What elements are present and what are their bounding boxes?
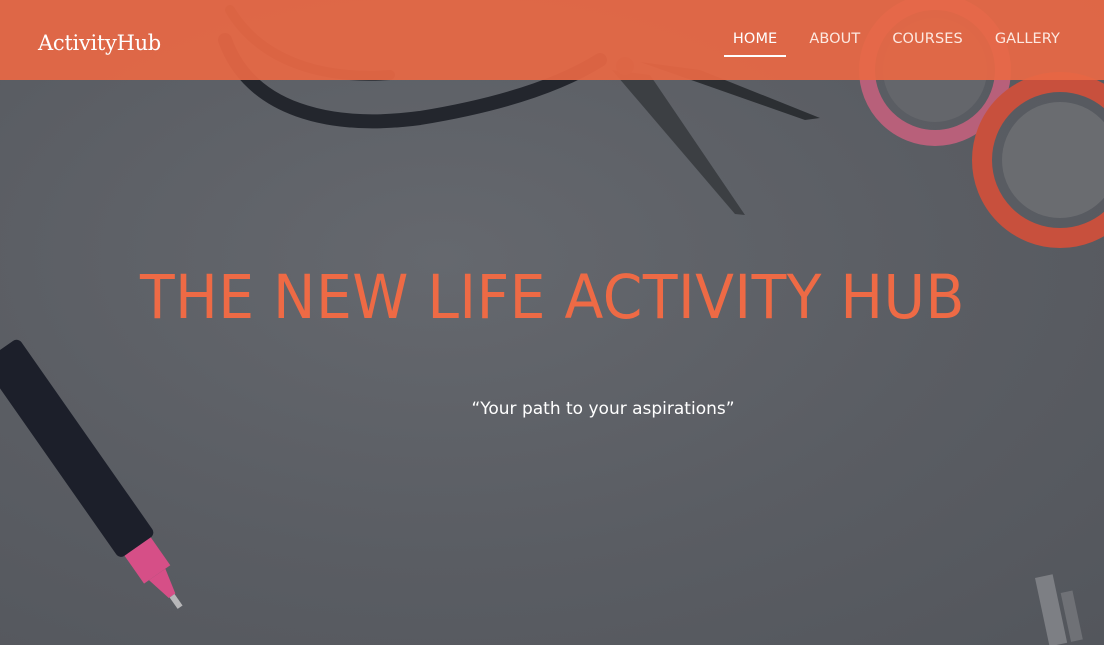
brand-logo[interactable]: ActivityHub (38, 31, 161, 55)
main-nav-menu: HOME ABOUT COURSES GALLERY (717, 31, 1076, 57)
hero-title: THE NEW LIFE ACTIVITY HUB (140, 262, 965, 333)
marker-pen (0, 339, 183, 609)
binder-clip (1035, 574, 1083, 645)
top-navbar: ActivityHub HOME ABOUT COURSES GALLERY (0, 0, 1104, 80)
hero-tagline: “Your path to your aspirations” (471, 399, 735, 419)
nav-item-home[interactable]: HOME (717, 31, 793, 57)
tape-roll-red-inner (1002, 102, 1104, 218)
nav-item-courses[interactable]: COURSES (876, 31, 979, 47)
nav-item-gallery[interactable]: GALLERY (979, 31, 1076, 47)
nav-item-about[interactable]: ABOUT (793, 31, 876, 47)
